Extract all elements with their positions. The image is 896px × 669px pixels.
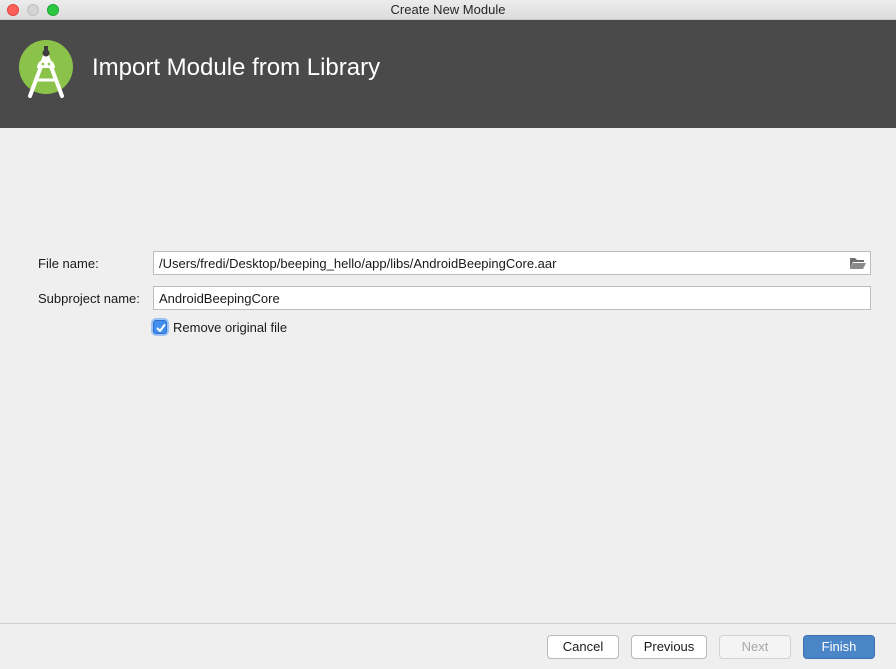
next-button[interactable]: Next [719,635,791,659]
remove-original-label[interactable]: Remove original file [173,320,287,335]
page-title: Import Module from Library [92,54,381,81]
title-bar: Create New Module [0,0,896,20]
header-banner: Import Module from Library [0,20,896,128]
subproject-name-label: Subproject name: [38,291,140,306]
subproject-name-field[interactable] [153,286,871,310]
window-title: Create New Module [390,2,506,17]
previous-button[interactable]: Previous [631,635,707,659]
remove-original-checkbox[interactable] [153,320,167,334]
checkmark-icon [156,324,166,332]
android-studio-logo-icon [19,40,73,98]
file-name-label: File name: [38,256,99,271]
finish-button[interactable]: Finish [803,635,875,659]
cancel-button[interactable]: Cancel [547,635,619,659]
folder-browse-icon[interactable] [849,255,867,271]
file-name-field[interactable] [153,251,871,275]
footer-divider [0,623,896,624]
